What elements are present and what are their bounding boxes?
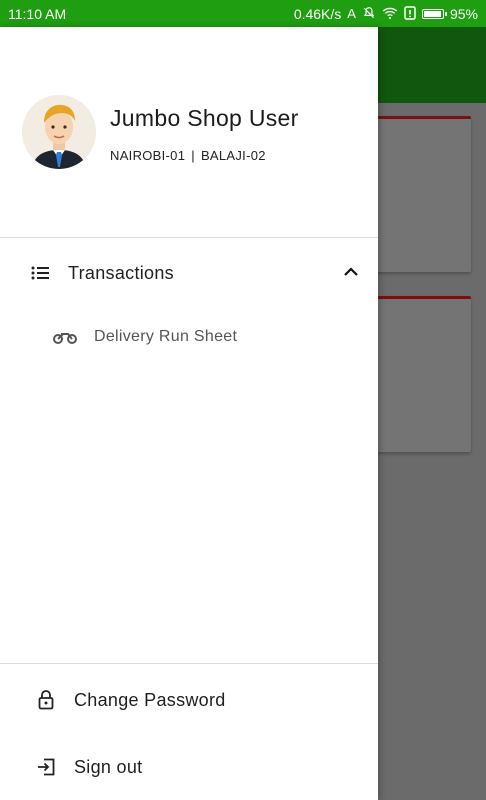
wifi-icon: [382, 6, 398, 22]
background-card: [371, 116, 471, 272]
network-speed: 0.46K/s: [293, 5, 342, 22]
background-card: [371, 296, 471, 452]
motorbike-icon: [53, 327, 77, 347]
store-info: NAIROBI-01 | BALAJI-02: [110, 148, 266, 163]
drawer-profile-header: Jumbo Shop User NAIROBI-01 | BALAJI-02: [0, 27, 378, 237]
battery-icon: [421, 8, 447, 19]
battery-percent: 95%: [449, 5, 478, 22]
a-icon: A: [347, 6, 356, 21]
status-time: 11:10 AM: [8, 5, 67, 22]
delivery-run-sheet-label: Delivery Run Sheet: [94, 328, 238, 345]
user-name: Jumbo Shop User: [110, 105, 299, 131]
mute-bell-icon: [362, 6, 376, 22]
menu-item-transactions[interactable]: Transactions: [0, 245, 378, 301]
store-secondary: BALAJI-02: [200, 148, 266, 163]
alert-sim-icon: [404, 5, 416, 22]
change-password-label: Change Password: [74, 689, 226, 710]
lock-icon: [36, 690, 56, 710]
store-primary: NAIROBI-01: [110, 148, 186, 163]
menu-item-delivery-run-sheet[interactable]: Delivery Run Sheet: [0, 309, 378, 365]
sign-out-icon: [36, 757, 56, 777]
chevron-up-icon[interactable]: [342, 263, 360, 281]
divider: [0, 237, 378, 238]
menu-item-change-password[interactable]: Change Password: [0, 672, 378, 728]
user-avatar-icon: [22, 95, 96, 169]
status-bar: 11:10 AM 0.46K/s A 95%: [0, 0, 486, 27]
menu-item-sign-out[interactable]: Sign out: [0, 739, 378, 795]
divider: [0, 663, 378, 664]
navigation-drawer: Jumbo Shop User NAIROBI-01 | BALAJI-02 T…: [0, 27, 378, 800]
sign-out-label: Sign out: [74, 756, 143, 777]
transactions-label: Transactions: [68, 262, 174, 283]
list-icon: [30, 263, 50, 283]
store-separator: |: [191, 148, 195, 163]
